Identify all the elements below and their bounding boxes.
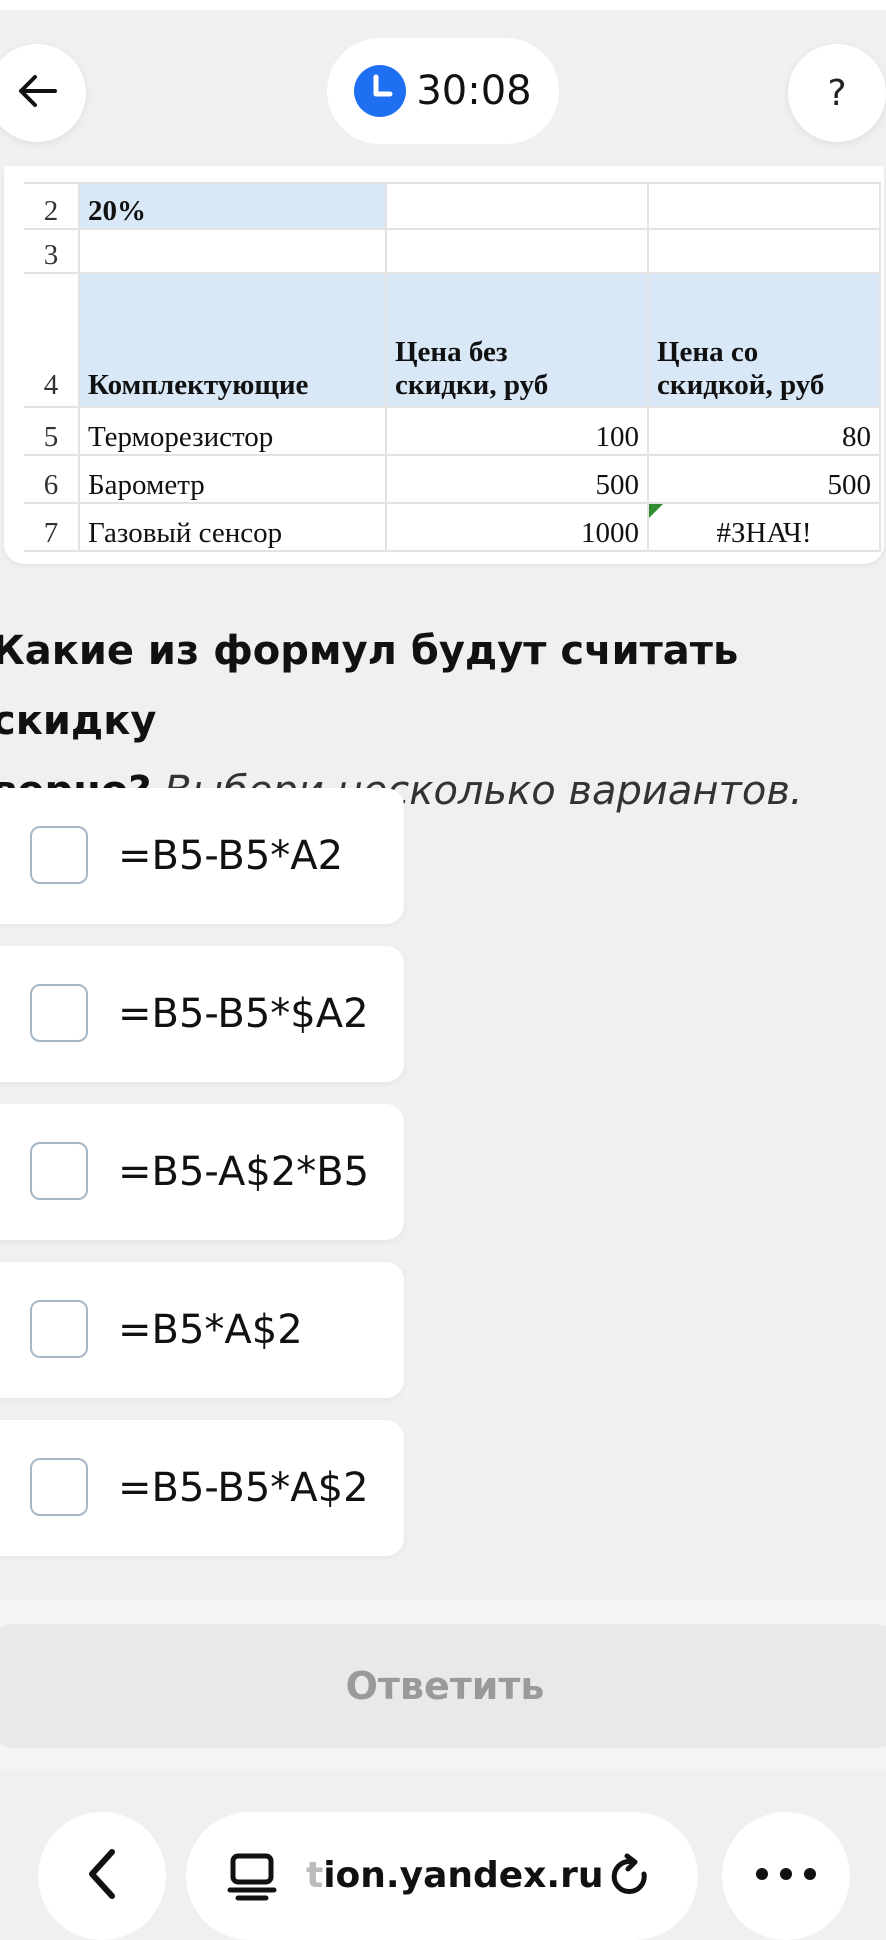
table-row: 7 Газовый сенсор 1000 #ЗНАЧ! — [24, 502, 881, 552]
cell-b3 — [385, 228, 649, 274]
row-number: 2 — [24, 182, 80, 230]
cell-b6: 500 — [385, 454, 649, 504]
cell-a3 — [78, 228, 387, 274]
device-icon — [226, 1850, 278, 1906]
header-price-discount: Цена со скидкой, руб — [647, 272, 881, 408]
table-header-row: 4 Комплектующие Цена без скидки, руб Цена… — [24, 272, 881, 408]
cell-c7: #ЗНАЧ! — [647, 502, 881, 552]
option-checkbox[interactable] — [30, 1300, 88, 1358]
cell-a6: Барометр — [78, 454, 387, 504]
option-label: =B5-A$2*B5 — [118, 1149, 370, 1195]
table-row: 2 20% — [24, 182, 881, 230]
cell-c2 — [647, 182, 881, 230]
option-1[interactable]: =B5-B5*A2 — [0, 788, 404, 924]
cell-b7: 1000 — [385, 502, 649, 552]
timer-value: 30:08 — [416, 68, 532, 114]
browser-back-button[interactable] — [38, 1812, 166, 1940]
row-number: 5 — [24, 406, 80, 456]
more-dots-icon — [754, 1866, 818, 1886]
error-marker-icon — [649, 504, 663, 518]
top-strip — [0, 0, 886, 10]
cell-c3 — [647, 228, 881, 274]
option-label: =B5-B5*A2 — [118, 833, 344, 879]
cell-c7-value: #ЗНАЧ! — [716, 517, 812, 549]
clock-icon — [354, 65, 407, 117]
option-label: =B5-B5*$A2 — [118, 991, 369, 1037]
table-row: 5 Терморезистор 100 80 — [24, 406, 881, 456]
option-label: =B5*A$2 — [118, 1307, 303, 1353]
help-label: ? — [827, 72, 847, 114]
spreadsheet-image: 2 20% 3 4 Комплектующие Цена без скидки, … — [4, 166, 884, 564]
answer-button[interactable]: Ответить — [0, 1624, 886, 1748]
option-5[interactable]: =B5-B5*A$2 — [0, 1420, 404, 1556]
option-checkbox[interactable] — [30, 1142, 88, 1200]
option-checkbox[interactable] — [30, 984, 88, 1042]
arrow-left-icon — [15, 73, 59, 113]
table-row: 3 — [24, 228, 881, 274]
row-number: 6 — [24, 454, 80, 504]
cell-b5: 100 — [385, 406, 649, 456]
cell-c5: 80 — [647, 406, 881, 456]
cell-a2: 20% — [78, 182, 387, 230]
header-c-line2: скидкой, руб — [657, 369, 825, 401]
more-menu-button[interactable] — [722, 1812, 850, 1940]
table-row: 6 Барометр 500 500 — [24, 454, 881, 504]
header-b-line2: скидки, руб — [395, 369, 549, 401]
answer-button-label: Ответить — [345, 1664, 545, 1708]
back-button[interactable] — [0, 44, 86, 142]
chevron-left-icon — [82, 1846, 122, 1906]
cell-b2 — [385, 182, 649, 230]
reload-icon[interactable] — [606, 1852, 656, 1906]
url-text: tion.yandex.ru — [306, 1812, 603, 1940]
timer: 30:08 — [327, 38, 559, 144]
option-checkbox[interactable] — [30, 1458, 88, 1516]
row-number: 7 — [24, 502, 80, 552]
spreadsheet-table: 2 20% 3 4 Комплектующие Цена без скидки, … — [24, 182, 881, 552]
row-number: 4 — [24, 272, 80, 408]
cell-c6: 500 — [647, 454, 881, 504]
option-checkbox[interactable] — [30, 826, 88, 884]
header-components: Комплектующие — [78, 272, 387, 408]
help-button[interactable]: ? — [788, 44, 886, 142]
header-b-line1: Цена без — [395, 336, 508, 368]
address-bar[interactable]: tion.yandex.ru — [186, 1812, 698, 1940]
option-label: =B5-B5*A$2 — [118, 1465, 369, 1511]
row-number: 3 — [24, 228, 80, 274]
header-c-line1: Цена со — [657, 336, 759, 368]
option-3[interactable]: =B5-A$2*B5 — [0, 1104, 404, 1240]
option-4[interactable]: =B5*A$2 — [0, 1262, 404, 1398]
option-2[interactable]: =B5-B5*$A2 — [0, 946, 404, 1082]
cell-a7: Газовый сенсор — [78, 502, 387, 552]
url-prefix: t — [306, 1855, 324, 1896]
cell-a5: Терморезистор — [78, 406, 387, 456]
question-line1: Какие из формул будут считать скидку — [0, 628, 739, 744]
url-domain: ion.yandex.ru — [323, 1855, 604, 1896]
header-price-no-discount: Цена без скидки, руб — [385, 272, 649, 408]
